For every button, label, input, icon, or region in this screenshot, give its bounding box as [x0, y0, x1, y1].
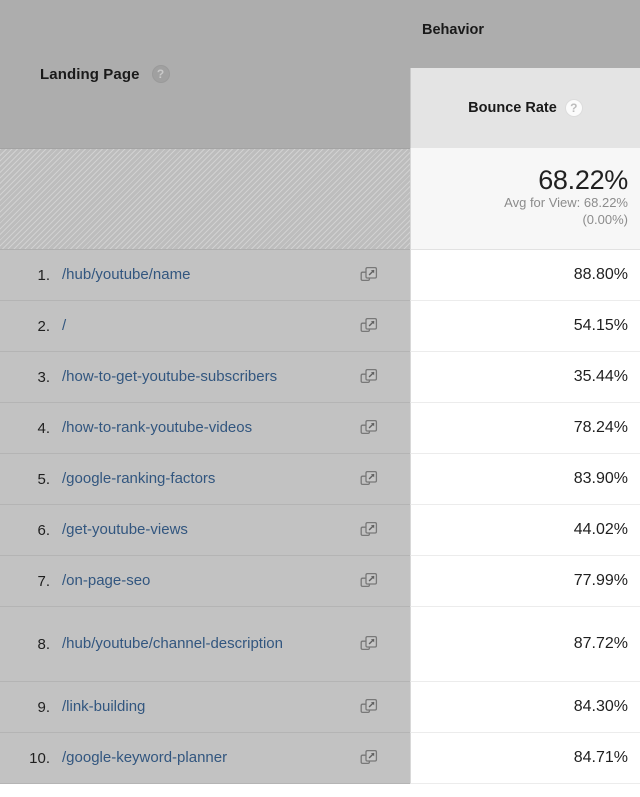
dimension-cell: 6./get-youtube-views	[0, 505, 410, 556]
bounce-rate-cell: 78.24%	[410, 403, 640, 454]
dimension-cell: 3./how-to-get-youtube-subscribers	[0, 352, 410, 403]
row-index: 3.	[18, 369, 54, 386]
row-index: 5.	[18, 471, 54, 488]
bounce-rate-cell: 87.72%	[410, 607, 640, 682]
table-row: 3./how-to-get-youtube-subscribers 35.44%	[0, 352, 640, 403]
row-index: 8.	[18, 636, 54, 653]
bounce-rate-cell: 35.44%	[410, 352, 640, 403]
summary-delta: (0.00%)	[582, 212, 628, 229]
landing-page-link[interactable]: /google-ranking-factors	[54, 469, 354, 490]
dimension-cell: 8./hub/youtube/channel-description	[0, 607, 410, 682]
dimension-cell: 10./google-keyword-planner	[0, 733, 410, 784]
dimension-cell: 2./	[0, 301, 410, 352]
metric-column-header-bounce-rate[interactable]: Bounce Rate ?	[410, 68, 640, 148]
table-row: 2./ 54.15%	[0, 301, 640, 352]
row-index: 4.	[18, 420, 54, 437]
row-index: 9.	[18, 699, 54, 716]
landing-page-link[interactable]: /	[54, 316, 354, 337]
bounce-rate-cell: 84.71%	[410, 733, 640, 784]
metric-group-header-behavior: Behavior	[410, 0, 640, 68]
row-index: 7.	[18, 573, 54, 590]
open-in-new-window-icon[interactable]	[360, 635, 378, 653]
landing-page-link[interactable]: /get-youtube-views	[54, 520, 354, 541]
dimension-cell: 4./how-to-rank-youtube-videos	[0, 403, 410, 454]
summary-dimension-cell	[0, 148, 410, 250]
dimension-cell: 5./google-ranking-factors	[0, 454, 410, 505]
landing-page-link[interactable]: /on-page-seo	[54, 571, 354, 592]
open-in-new-window-icon[interactable]	[360, 749, 378, 767]
bounce-rate-cell: 84.30%	[410, 682, 640, 733]
table-row: 4./how-to-rank-youtube-videos 78.24%	[0, 403, 640, 454]
open-in-new-window-icon[interactable]	[360, 368, 378, 386]
table-row: 6./get-youtube-views 44.02%	[0, 505, 640, 556]
bounce-rate-cell: 88.80%	[410, 250, 640, 301]
row-index: 10.	[18, 750, 54, 767]
table-row: 10./google-keyword-planner 84.71%	[0, 733, 640, 784]
summary-metric-cell: 68.22% Avg for View: 68.22% (0.00%)	[410, 148, 640, 250]
summary-avg-for-view: Avg for View: 68.22%	[504, 195, 628, 212]
summary-value: 68.22%	[538, 165, 628, 195]
open-in-new-window-icon[interactable]	[360, 419, 378, 437]
landing-page-link[interactable]: /hub/youtube/name	[54, 265, 354, 286]
row-index: 6.	[18, 522, 54, 539]
open-in-new-window-icon[interactable]	[360, 470, 378, 488]
table-row: 8./hub/youtube/channel-description 87.72…	[0, 607, 640, 682]
dimension-cell: 9./link-building	[0, 682, 410, 733]
table-header: Landing Page ? Behavior Bounce Rate ?	[0, 0, 640, 148]
open-in-new-window-icon[interactable]	[360, 521, 378, 539]
dimension-column-header[interactable]: Landing Page ?	[0, 0, 410, 148]
open-in-new-window-icon[interactable]	[360, 317, 378, 335]
landing-page-report-table: Landing Page ? Behavior Bounce Rate ? 68…	[0, 0, 640, 797]
metric-group-label: Behavior	[422, 22, 484, 38]
dimension-cell: 1./hub/youtube/name	[0, 250, 410, 301]
landing-page-link[interactable]: /hub/youtube/channel-description	[54, 634, 354, 655]
row-index: 2.	[18, 318, 54, 335]
bounce-rate-cell: 83.90%	[410, 454, 640, 505]
row-index: 1.	[18, 267, 54, 284]
bounce-rate-cell: 54.15%	[410, 301, 640, 352]
help-circle-icon[interactable]: ?	[565, 99, 583, 117]
landing-page-link[interactable]: /link-building	[54, 697, 354, 718]
metric-column-label: Bounce Rate	[468, 100, 557, 116]
table-row: 7./on-page-seo 77.99%	[0, 556, 640, 607]
table-row: 1./hub/youtube/name 88.80%	[0, 250, 640, 301]
dimension-cell: 7./on-page-seo	[0, 556, 410, 607]
open-in-new-window-icon[interactable]	[360, 266, 378, 284]
metric-column-header-group: Behavior Bounce Rate ?	[410, 0, 640, 148]
summary-row: 68.22% Avg for View: 68.22% (0.00%)	[0, 148, 640, 250]
table-row: 5./google-ranking-factors 83.90%	[0, 454, 640, 505]
page-title: Landing Page	[40, 66, 140, 83]
landing-page-link[interactable]: /google-keyword-planner	[54, 748, 354, 769]
bounce-rate-cell: 77.99%	[410, 556, 640, 607]
open-in-new-window-icon[interactable]	[360, 698, 378, 716]
landing-page-link[interactable]: /how-to-rank-youtube-videos	[54, 418, 354, 439]
landing-page-link[interactable]: /how-to-get-youtube-subscribers	[54, 367, 354, 388]
table-row: 9./link-building 84.30%	[0, 682, 640, 733]
help-circle-icon[interactable]: ?	[152, 65, 170, 83]
table-body: 1./hub/youtube/name 88.80%2./ 54.15%3./h…	[0, 250, 640, 797]
open-in-new-window-icon[interactable]	[360, 572, 378, 590]
bounce-rate-cell: 44.02%	[410, 505, 640, 556]
